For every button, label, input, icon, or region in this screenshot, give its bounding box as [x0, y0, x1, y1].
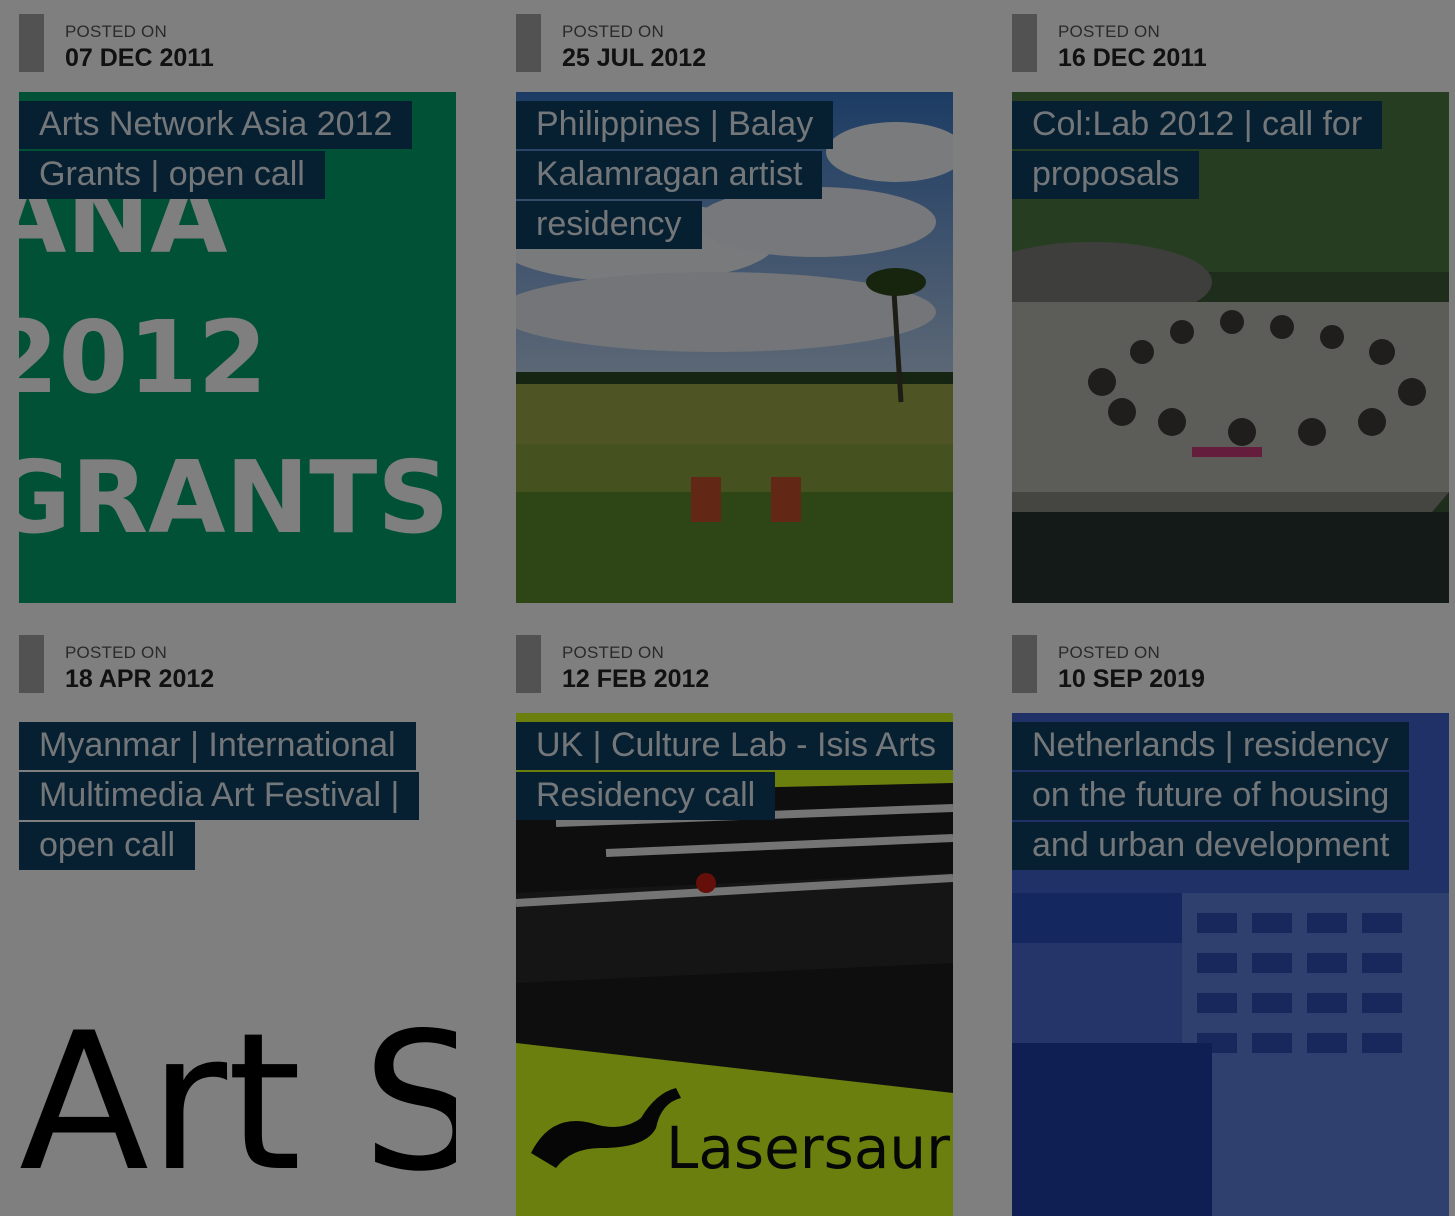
post-thumbnail[interactable]: Netherlands | residency on the future of…: [1012, 713, 1449, 1216]
post-card[interactable]: POSTED ON 16 DEC 2011 Col:Lab 2012 | cal…: [1012, 0, 1449, 603]
post-meta: POSTED ON 07 DEC 2011: [19, 14, 456, 72]
post-title[interactable]: Col:Lab 2012 | call for proposals: [1012, 101, 1383, 199]
posted-on-label: POSTED ON: [65, 643, 167, 662]
meta-bar: [516, 635, 541, 693]
post-grid: POSTED ON 07 DEC 2011 ANA 2012 GRANTS Ar…: [0, 0, 1455, 1216]
post-title-link[interactable]: Netherlands | residency on the future of…: [1012, 720, 1422, 870]
post-date: 18 APR 2012: [65, 665, 215, 693]
post-card[interactable]: POSTED ON 07 DEC 2011 ANA 2012 GRANTS Ar…: [19, 0, 456, 603]
image-text-year: 2012: [19, 299, 267, 416]
posted-on-label: POSTED ON: [562, 643, 664, 662]
post-meta: POSTED ON 18 APR 2012: [19, 635, 456, 693]
image-text-art: Art S: [19, 992, 456, 1213]
post-title-link[interactable]: Philippines | Balay Kalamragan artist re…: [516, 99, 846, 249]
post-date: 10 SEP 2019: [1058, 665, 1205, 693]
meta-bar: [516, 14, 541, 72]
post-meta: POSTED ON 10 SEP 2019: [1012, 635, 1449, 693]
post-card[interactable]: POSTED ON 10 SEP 2019 Netherlands | resi…: [1012, 621, 1449, 1216]
post-card[interactable]: POSTED ON 12 FEB 2012 Lasersaur UK | Cul…: [516, 621, 953, 1216]
meta-bar: [1012, 635, 1037, 693]
post-title[interactable]: UK | Culture Lab - Isis Arts Residency c…: [516, 722, 953, 820]
post-title[interactable]: Arts Network Asia 2012 Grants | open cal…: [19, 101, 413, 199]
post-thumbnail[interactable]: Col:Lab 2012 | call for proposals: [1012, 92, 1449, 603]
post-thumbnail[interactable]: ANA 2012 GRANTS Arts Network Asia 2012 G…: [19, 92, 456, 603]
post-title[interactable]: Myanmar | International Multimedia Art F…: [19, 722, 420, 870]
post-title-link[interactable]: Arts Network Asia 2012 Grants | open cal…: [19, 99, 439, 199]
image-text-grants: GRANTS: [19, 439, 449, 556]
meta-bar: [19, 14, 44, 72]
post-date: 25 JUL 2012: [562, 44, 707, 72]
post-meta: POSTED ON 25 JUL 2012: [516, 14, 953, 72]
post-thumbnail[interactable]: Art S Myanmar | International Multimedia…: [19, 713, 456, 1216]
post-thumbnail[interactable]: Philippines | Balay Kalamragan artist re…: [516, 92, 953, 603]
post-meta: POSTED ON 16 DEC 2011: [1012, 14, 1449, 72]
image-text-lasersaur: Lasersaur: [666, 1114, 950, 1182]
post-title[interactable]: Netherlands | residency on the future of…: [1012, 722, 1410, 870]
post-card[interactable]: POSTED ON 25 JUL 2012 Philippines | Bala…: [516, 0, 953, 603]
post-title[interactable]: Philippines | Balay Kalamragan artist re…: [516, 101, 834, 249]
post-title-link[interactable]: Col:Lab 2012 | call for proposals: [1012, 99, 1412, 199]
posted-on-label: POSTED ON: [562, 22, 664, 41]
meta-bar: [1012, 14, 1037, 72]
post-title-link[interactable]: Myanmar | International Multimedia Art F…: [19, 720, 439, 870]
post-thumbnail[interactable]: Lasersaur UK | Culture Lab - Isis Arts R…: [516, 713, 953, 1216]
posted-on-label: POSTED ON: [65, 22, 167, 41]
post-card[interactable]: POSTED ON 18 APR 2012 Art S Myanmar | In…: [19, 621, 456, 1216]
posted-on-label: POSTED ON: [1058, 22, 1160, 41]
post-date: 07 DEC 2011: [65, 44, 214, 72]
posted-on-label: POSTED ON: [1058, 643, 1160, 662]
meta-bar: [19, 635, 44, 693]
post-date: 12 FEB 2012: [562, 665, 710, 693]
post-meta: POSTED ON 12 FEB 2012: [516, 635, 953, 693]
post-title-link[interactable]: UK | Culture Lab - Isis Arts Residency c…: [516, 720, 953, 820]
post-date: 16 DEC 2011: [1058, 44, 1207, 72]
